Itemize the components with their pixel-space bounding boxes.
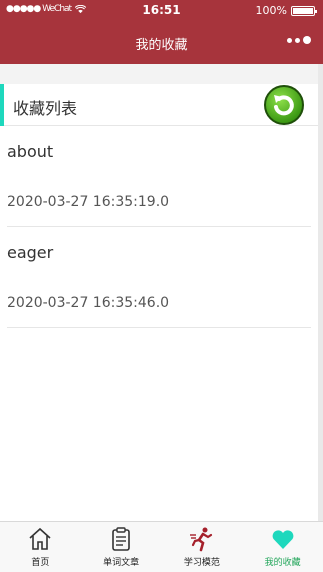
refresh-button[interactable] [264,85,304,125]
scrollbar[interactable] [318,64,323,522]
tab-home[interactable]: 首页 [0,522,81,572]
dot-icon [295,37,300,43]
tab-label: 首页 [31,558,50,568]
tab-label: 我的收藏 [264,558,301,568]
item-time: 2020-03-27 16:35:19.0 [7,194,170,210]
item-time: 2020-03-27 16:35:46.0 [7,295,170,311]
battery-area: 100% [255,4,317,17]
battery-label: 100% [255,4,287,17]
section-gap [0,64,323,84]
status-bar: ●●●●● WeChat 16:51 100% [0,0,323,22]
list-item[interactable]: about 2020-03-27 16:35:19.0 [7,126,311,227]
runner-icon [189,527,212,552]
page-title: 我的收藏 [135,38,188,53]
list-item[interactable]: eager 2020-03-27 16:35:46.0 [7,227,311,328]
list-header-title: 收藏列表 [13,99,78,118]
tab-favorites[interactable]: 我的收藏 [242,522,323,572]
item-word: eager [7,243,54,262]
item-word: about [7,142,54,161]
clipboard-icon [112,527,130,551]
tab-study[interactable]: 学习模范 [162,522,243,572]
home-icon [29,527,51,550]
heart-icon [272,530,293,549]
tab-label: 单词文章 [103,558,140,568]
refresh-icon [274,95,294,116]
tab-articles[interactable]: 单词文章 [81,522,162,572]
battery-icon [291,5,317,16]
more-menu-button[interactable] [287,36,311,44]
nav-bar: 我的收藏 [0,22,323,64]
tab-label: 学习模范 [183,558,220,568]
accent-bar [0,84,4,126]
dot-icon [287,37,292,43]
dot-icon [303,36,311,44]
tab-bar: 首页 单词文章 学习模范 我的收藏 [0,521,323,572]
